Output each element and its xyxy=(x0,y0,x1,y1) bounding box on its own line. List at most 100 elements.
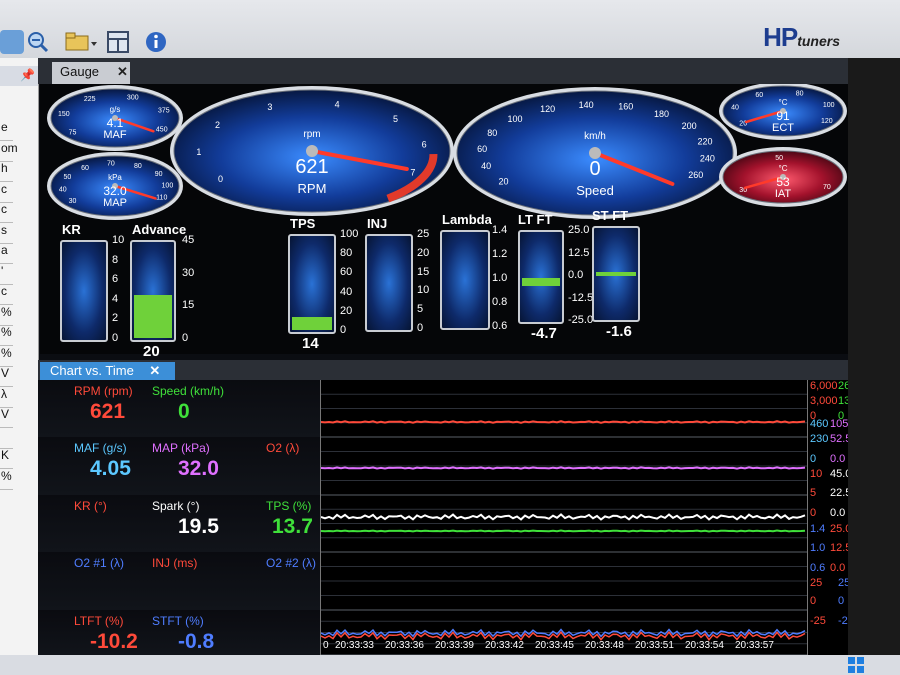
bar-tick-label: 0.8 xyxy=(492,296,508,308)
left-panel-row[interactable]: c xyxy=(0,202,13,223)
stft-bar-gauge xyxy=(592,226,640,322)
channel-label: TPS (%) xyxy=(266,499,312,513)
chart-lane[interactable]: O2 #1 (λ) INJ (ms) O2 #2 (λ) xyxy=(38,552,320,611)
left-panel-row[interactable]: % xyxy=(0,346,13,367)
dial-tick-label: 140 xyxy=(579,100,594,110)
dial-unit: g/s xyxy=(110,105,121,114)
spark-trace xyxy=(320,513,806,521)
chart-lane[interactable]: KR (°) Spark (°) TPS (%) 19.5 13.7 xyxy=(38,495,320,553)
dial-tick-label: 80 xyxy=(134,163,142,170)
dial-name: MAP xyxy=(103,197,127,209)
gauge-tab-bar: Gauge ✕ xyxy=(38,58,848,84)
iat-dial: 305070°C53IAT xyxy=(719,147,847,207)
zoom-out-icon[interactable] xyxy=(26,30,50,54)
bar-tick-label: 1.4 xyxy=(492,224,508,236)
left-panel-row[interactable]: om xyxy=(0,141,18,162)
bar-tick-label: 15 xyxy=(182,299,195,312)
left-panel-row[interactable]: e xyxy=(0,120,13,141)
time-axis-label: 0 xyxy=(323,640,329,651)
left-panel-header: 📌 xyxy=(0,66,38,86)
bar-tick-label: 100 xyxy=(340,228,359,240)
left-panel-row[interactable]: % xyxy=(0,469,13,490)
dial-tick-label: 60 xyxy=(81,165,89,172)
channel-label: O2 (λ) xyxy=(266,441,300,455)
taskbar xyxy=(0,655,900,675)
bar-tick-label: 80 xyxy=(340,247,353,260)
left-panel-row[interactable]: c xyxy=(0,284,13,305)
dial-tick-label: 60 xyxy=(755,92,763,99)
map-trace xyxy=(320,466,806,470)
dial-tick-label: 120 xyxy=(821,118,833,125)
bar-tick-label: 10 xyxy=(112,234,125,246)
windows-start-icon[interactable] xyxy=(846,655,866,675)
left-panel-row[interactable]: % xyxy=(0,325,13,346)
bar-tick-label: 1.2 xyxy=(492,248,508,260)
left-panel-row[interactable]: % xyxy=(0,305,13,326)
speed-dial: 20 40 6080 100 120 140 160 180 200220 240 260 km/h 0… xyxy=(453,87,737,219)
scale-label: 0.0 xyxy=(830,562,846,574)
dial-unit: °C xyxy=(779,164,788,173)
left-panel-row[interactable]: λ xyxy=(0,387,13,408)
left-panel-row[interactable]: a xyxy=(0,243,13,264)
dial-value: 32.0 xyxy=(103,184,127,198)
tps-value: 14 xyxy=(302,335,319,352)
dial-tick-label: 40 xyxy=(731,105,739,112)
dial-tick-label: 110 xyxy=(156,195,167,202)
scale-label: 0.0 xyxy=(830,507,846,519)
tab-chart-vs-time[interactable]: Chart vs. Time ✕ xyxy=(40,362,175,380)
maf-dial: 75 150 225 300 375 450 g/s 4.1MAF xyxy=(47,85,183,151)
bar-tick-label: 5 xyxy=(417,303,424,316)
channel-value: 13.7 xyxy=(272,515,313,538)
left-panel-row[interactable]: V xyxy=(0,366,13,387)
time-axis-label: 20:33:42 xyxy=(485,640,524,651)
left-panel-row[interactable]: V xyxy=(0,407,13,428)
dial-tick-label: 80 xyxy=(796,91,804,98)
stft-value: -1.6 xyxy=(606,323,632,340)
left-panel-row[interactable]: s xyxy=(0,223,13,244)
dial-tick-label: 200 xyxy=(682,121,697,131)
chart-vs-time-panel: RPM (rpm) Speed (km/h) 621 0 MAF (g/s) MAP (k… xyxy=(38,380,878,656)
inj-bar-gauge xyxy=(365,234,413,332)
layout-icon[interactable] xyxy=(106,30,130,54)
dial-tick-label: 150 xyxy=(58,111,70,118)
zoom-in-icon[interactable] xyxy=(0,30,24,54)
tab-gauge[interactable]: Gauge ✕ xyxy=(52,62,130,84)
left-panel-row[interactable]: h xyxy=(0,161,13,182)
chart-lane[interactable]: RPM (rpm) Speed (km/h) 621 0 xyxy=(38,380,320,438)
left-panel-row[interactable]: ' xyxy=(0,264,13,285)
left-panel-row[interactable]: c xyxy=(0,182,13,203)
dial-tick-label: 160 xyxy=(618,101,633,111)
left-panel-row[interactable] xyxy=(0,428,13,449)
stft-bar-label: ST FT xyxy=(592,208,629,223)
bar-tick-label: 45 xyxy=(182,234,195,246)
channel-label: O2 #2 (λ) xyxy=(266,556,317,570)
bar-tick-label: 20 xyxy=(417,246,430,259)
dial-tick-label: 50 xyxy=(775,155,783,162)
dial-tick-label: 80 xyxy=(487,128,497,138)
dial-value: 621 xyxy=(295,156,328,178)
time-plot[interactable]: 0 20:33:33 20:33:36 20:33:39 20:33:42 20:33:4… xyxy=(320,380,808,656)
left-panel-row[interactable]: K xyxy=(0,448,13,469)
dial-tick-label: 75 xyxy=(69,129,77,136)
info-icon[interactable] xyxy=(144,30,168,54)
lambda-bar-label: Lambda xyxy=(442,212,492,227)
bar-tick-label: 60 xyxy=(340,266,353,279)
close-icon[interactable]: ✕ xyxy=(117,64,128,79)
bar-tick-label: -25.0 xyxy=(568,314,594,326)
tab-chart-label: Chart vs. Time xyxy=(50,363,134,378)
dial-tick-label: 7 xyxy=(410,168,415,178)
pin-icon[interactable]: 📌 xyxy=(20,68,35,82)
channel-label: Speed (km/h) xyxy=(152,384,225,398)
open-folder-icon[interactable] xyxy=(64,30,98,54)
chart-lane[interactable]: LTFT (%) STFT (%) -10.2 -0.8 xyxy=(38,610,320,656)
channel-label: Spark (°) xyxy=(152,499,200,513)
close-icon[interactable]: ✕ xyxy=(149,363,160,378)
bar-tick-label: 25 xyxy=(417,228,430,240)
kr-bar-gauge xyxy=(60,240,108,342)
dial-tick-label: 300 xyxy=(127,95,139,102)
ltft-value: -4.7 xyxy=(531,325,557,342)
tps-trace xyxy=(320,529,806,533)
dial-tick-label: 4 xyxy=(335,100,340,110)
dial-tick-label: 260 xyxy=(688,170,703,180)
chart-lane[interactable]: MAF (g/s) MAP (kPa) O2 (λ) 4.05 32.0 xyxy=(38,437,320,496)
